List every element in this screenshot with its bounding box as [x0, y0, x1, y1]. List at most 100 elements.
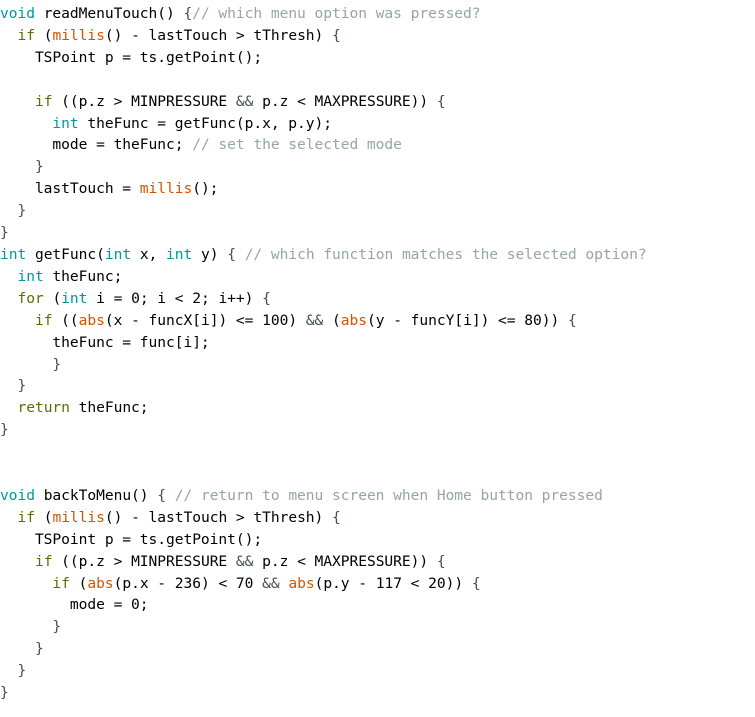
code-token-punct: } — [0, 684, 9, 702]
code-token-type: int — [166, 245, 193, 263]
code-line: int theFunc = getFunc(p.x, p.y); — [0, 113, 755, 135]
code-token-plain: getFunc( — [26, 245, 105, 263]
code-token-plain: theFunc = func[i]; — [0, 333, 210, 351]
code-token-plain: mode = theFunc; — [0, 136, 193, 154]
code-token-plain: TSPoint p = ts.getPoint(); — [0, 530, 263, 548]
code-token-punct: } — [52, 355, 62, 373]
code-line: if ((p.z > MINPRESSURE && p.z < MAXPRESS… — [0, 551, 755, 573]
code-token-punct: { — [262, 289, 271, 307]
code-token-punct: && — [305, 311, 324, 329]
code-token-keyword: return — [17, 399, 70, 417]
code-line: int theFunc; — [0, 266, 755, 288]
code-token-plain: (y - funcY[i]) <= 80)) — [367, 311, 568, 329]
code-token-plain: ( — [69, 574, 88, 592]
code-token-plain: () - lastTouch > tThresh) — [104, 508, 333, 526]
code-token-plain: theFunc = getFunc(p.x, p.y); — [78, 114, 332, 132]
code-token-keyword: for — [17, 289, 44, 307]
code-token-punct: } — [34, 640, 44, 658]
code-token-keyword: if — [52, 574, 70, 592]
code-token-punct: } — [0, 224, 9, 242]
code-token-punct: { — [332, 508, 341, 526]
code-line: } — [0, 222, 755, 244]
code-token-type: int — [104, 245, 132, 263]
code-token-plain: y) — [192, 245, 228, 263]
code-token-punct: { — [227, 245, 236, 263]
code-token-func: millis — [52, 26, 105, 44]
code-token-punct: } — [17, 202, 27, 220]
code-line: } — [0, 419, 755, 441]
code-token-plain: p.z < MAXPRESSURE)) — [253, 552, 437, 570]
code-token-type: int — [17, 267, 44, 285]
code-token-type: int — [52, 114, 79, 132]
code-line: void backToMenu() { // return to menu sc… — [0, 485, 755, 507]
code-token-plain: backToMenu() — [34, 486, 158, 504]
code-token-func: abs — [87, 574, 114, 592]
code-token-punct: { — [436, 92, 446, 110]
code-token-plain: TSPoint p = ts.getPoint(); — [0, 48, 263, 66]
code-listing[interactable]: void readMenuTouch() {// which menu opti… — [0, 0, 755, 704]
code-token-punct: { — [183, 5, 193, 22]
code-token-punct: } — [17, 662, 27, 680]
code-token-plain: x, — [131, 245, 167, 263]
code-token-plain: readMenuTouch() — [34, 5, 184, 22]
code-token-punct: } — [17, 377, 27, 395]
code-token-plain: ( — [34, 26, 53, 44]
code-token-func: millis — [52, 508, 105, 526]
code-token-plain: (p.y - 117 < 20)) — [314, 574, 472, 592]
code-line: mode = 0; — [0, 594, 755, 616]
code-token-comment: // set the selected mode — [192, 136, 402, 154]
code-token-punct: { — [332, 26, 341, 44]
code-token-punct: { — [567, 311, 577, 329]
code-line: TSPoint p = ts.getPoint(); — [0, 47, 755, 69]
code-token-keyword: if — [17, 26, 35, 44]
code-token-comment: // which menu option was pressed? — [192, 5, 481, 22]
code-token-keyword: if — [34, 311, 53, 329]
code-token-plain: i = 0; i < 2; i++) — [87, 289, 263, 307]
code-token-punct: && — [235, 92, 254, 110]
code-token-comment: // return to menu screen when Home butto… — [166, 486, 603, 504]
code-token-plain: (( — [52, 311, 79, 329]
code-token-plain: () - lastTouch > tThresh) — [104, 26, 333, 44]
code-token-plain: ((p.z > MINPRESSURE — [52, 92, 236, 110]
code-token-plain: mode = 0; — [0, 596, 149, 614]
code-token-plain: ((p.z > MINPRESSURE — [52, 552, 236, 570]
code-token-plain: (p.x - 236) < 70 — [113, 574, 263, 592]
code-token-punct: { — [157, 486, 167, 504]
code-line: } — [0, 660, 755, 682]
code-token-type: int — [0, 245, 27, 263]
code-token-plain: p.z < MAXPRESSURE)) — [253, 92, 437, 110]
code-token-plain: theFunc; — [69, 399, 149, 417]
code-line: if (millis() - lastTouch > tThresh) { — [0, 507, 755, 529]
code-token-plain: theFunc; — [43, 267, 123, 285]
code-token-type: int — [61, 289, 88, 307]
code-line: void readMenuTouch() {// which menu opti… — [0, 3, 755, 25]
code-token-comment: // which function matches the selected o… — [235, 245, 647, 263]
code-token-func: abs — [340, 311, 367, 329]
code-line: } — [0, 354, 755, 376]
code-line: for (int i = 0; i < 2; i++) { — [0, 288, 755, 310]
code-token-punct: { — [471, 574, 481, 592]
code-token-punct: && — [262, 574, 280, 592]
code-token-punct: { — [436, 552, 446, 570]
code-token-plain: (x - funcX[i]) <= 100) — [104, 311, 306, 329]
code-token-keyword: if — [34, 552, 53, 570]
code-line: } — [0, 616, 755, 638]
code-token-func: millis — [139, 180, 193, 198]
code-token-keyword: if — [17, 508, 35, 526]
